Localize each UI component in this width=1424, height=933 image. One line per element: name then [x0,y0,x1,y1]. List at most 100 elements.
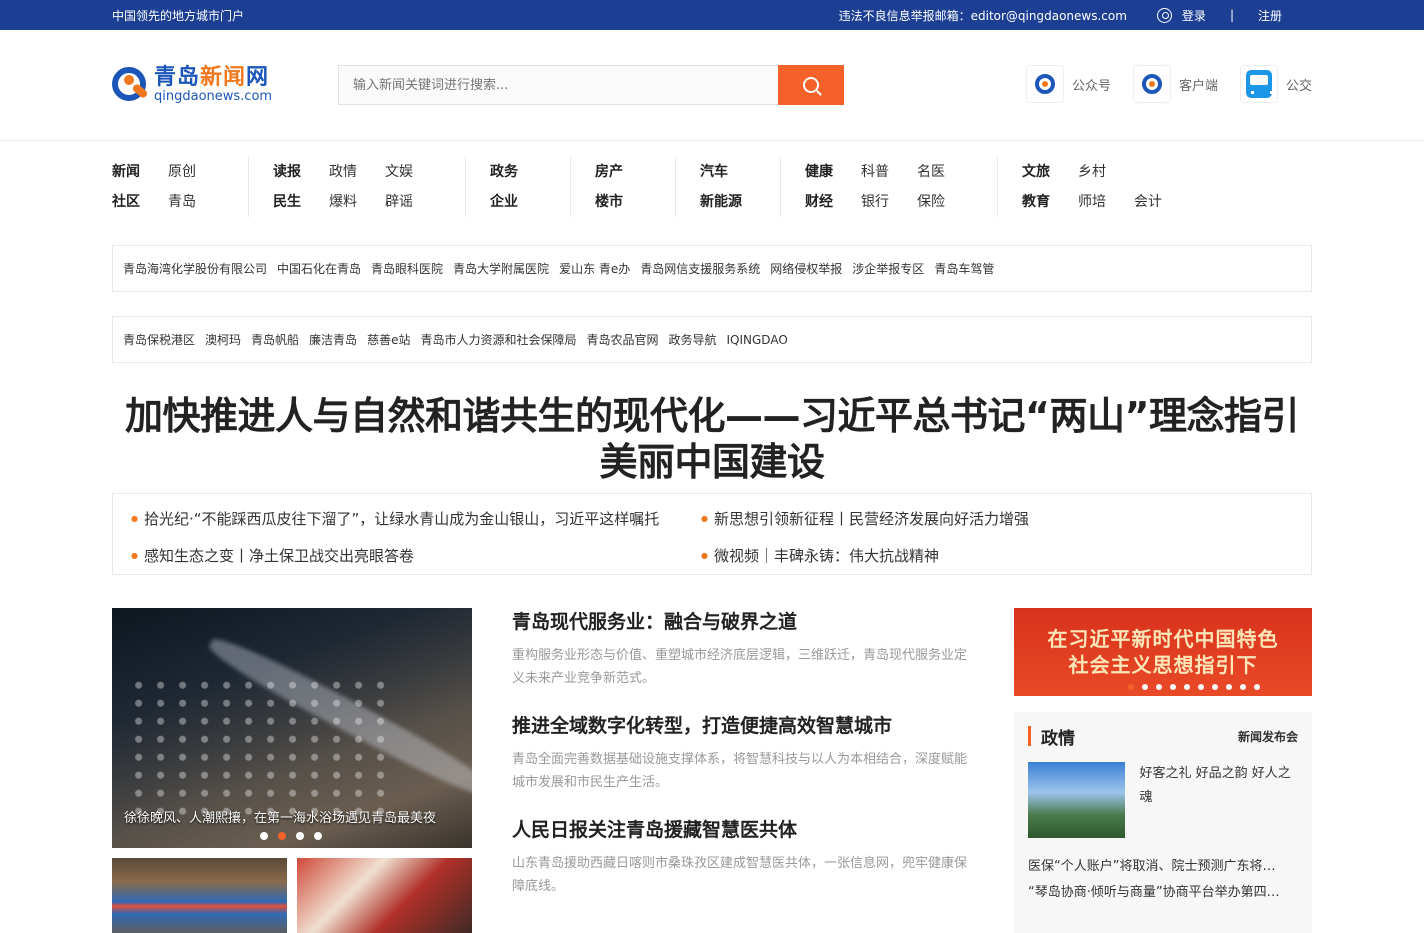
partner-link[interactable]: 青岛农品官网 [586,331,658,348]
banner-dot[interactable] [1184,684,1190,690]
nav-item[interactable]: 政务 [490,157,518,187]
nav-item[interactable]: 企业 [490,187,546,217]
nav-item[interactable]: 辟谣 [385,187,441,217]
related-news-item[interactable]: 感知生态之变丨净土保卫战交出亮眼答卷 [131,545,701,574]
article-title[interactable]: 青岛现代服务业：融合与破界之道 [512,608,972,636]
partner-link[interactable]: 青岛市人力资源和社会保障局 [420,331,576,348]
nav-item[interactable]: 读报 [273,157,301,187]
banner-dot[interactable] [1254,684,1260,690]
nav-item[interactable]: 会计 [1134,187,1162,217]
banner-dot[interactable] [1212,684,1218,690]
nav-item[interactable]: 健康 [805,157,833,187]
partner-link[interactable]: 青岛网信支援服务系统 [640,260,760,277]
bus-link[interactable]: 公交 [1239,65,1312,103]
nav-item[interactable]: 新闻 [112,157,140,187]
logo-text-end: 网 [246,65,270,90]
register-link[interactable]: 注册 [1258,7,1282,24]
city-photo[interactable] [1028,762,1125,838]
slider-dot[interactable] [314,832,322,840]
banner-line-2: 社会主义思想指引下 [1068,653,1258,677]
press-conference-link[interactable]: 新闻发布会 [1238,728,1298,745]
user-icon [1156,7,1172,23]
nav-item[interactable]: 青岛 [168,187,224,217]
partner-link[interactable]: 青岛帆船 [251,331,299,348]
search-input[interactable] [338,65,778,105]
related-news-item[interactable]: 微视频｜丰碑永铸：伟大抗战精神 [701,545,1261,574]
arena-thumbnail[interactable] [112,858,287,933]
partner-link[interactable]: 涉企举报专区 [852,260,924,277]
partner-link[interactable]: 网络侵权举报 [770,260,842,277]
login-link[interactable]: 登录 [1182,7,1206,24]
related-news-item[interactable]: 新思想引领新征程丨民营经济发展向好活力增强 [701,508,1261,537]
partner-link[interactable]: 青岛海湾化学股份有限公司 [123,260,267,277]
slider-dot[interactable] [296,832,304,840]
event-thumbnail[interactable] [297,858,472,933]
banner-dot[interactable] [1156,684,1162,690]
slider-caption[interactable]: 徐徐晚风、人潮熙攘，在第一海水浴场遇见青岛最美夜 [112,807,472,826]
partner-link[interactable]: 青岛车驾管 [934,260,994,277]
nav-item[interactable]: 乡村 [1078,157,1106,187]
site-logo[interactable]: 青岛新闻网 qingdaonews.com [112,65,338,105]
slider-dot[interactable] [260,832,268,840]
app-logo-icon [1132,65,1171,103]
partner-link[interactable]: 政务导航 [668,331,716,348]
partner-link[interactable]: 青岛大学附属医院 [453,260,549,277]
banner-dot[interactable] [1240,684,1246,690]
nav-item[interactable]: 师培 [1078,187,1106,217]
partner-link[interactable]: 廉洁青岛 [309,331,357,348]
nav-item[interactable]: 名医 [917,157,945,187]
search-button[interactable] [778,65,844,105]
politics-panel: 政情 新闻发布会 好客之礼 好品之韵 好人之魂 医保“个人账户”将取消、院士预测… [1014,712,1312,933]
slider-dot-active[interactable] [278,832,286,840]
nav-item[interactable]: 房产 [595,157,623,187]
nav-item[interactable]: 政情 [329,157,357,187]
nav-item[interactable]: 保险 [917,187,973,217]
partner-link[interactable]: 澳柯玛 [205,331,241,348]
nav-group: 新闻 社区 原创 青岛 [112,157,249,217]
nav-item[interactable]: 楼市 [595,187,651,217]
nav-item[interactable]: 原创 [168,157,196,187]
nav-item[interactable]: 文娱 [385,157,413,187]
banner-dot-active[interactable] [1128,684,1134,690]
nav-item[interactable]: 新能源 [700,187,756,217]
nav-item[interactable]: 科普 [861,157,889,187]
theme-banner[interactable]: 在习近平新时代中国特色 社会主义思想指引下 [1014,608,1312,696]
nav-item[interactable]: 财经 [805,187,833,217]
banner-line-1: 在习近平新时代中国特色 [1047,627,1279,651]
partner-link[interactable]: 青岛眼科医院 [371,260,443,277]
nav-item[interactable]: 民生 [273,187,301,217]
nav-group: 读报 民生 政情 爆料 文娱 辟谣 [273,157,466,217]
report-email-link[interactable]: 违法不良信息举报邮箱：editor@qingdaonews.com [839,7,1127,24]
banner-dot[interactable] [1198,684,1204,690]
wechat-account-link[interactable]: 公众号 [1025,65,1111,103]
nav-item[interactable]: 汽车 [700,157,728,187]
nav-item[interactable]: 文旅 [1022,157,1050,187]
logo-text-accent: 新闻 [200,65,247,90]
photo-slider[interactable]: 徐徐晚风、人潮熙攘，在第一海水浴场遇见青岛最美夜 [112,608,472,848]
panel-feature[interactable]: 好客之礼 好品之韵 好人之魂 [1028,762,1298,838]
nav-item[interactable]: 社区 [112,187,140,217]
nav-item[interactable]: 银行 [861,187,889,217]
app-client-link[interactable]: 客户端 [1132,65,1218,103]
banner-dot[interactable] [1226,684,1232,690]
partner-link[interactable]: 中国石化在青岛 [277,260,361,277]
feature-title[interactable]: 好客之礼 好品之韵 好人之魂 [1140,762,1299,838]
panel-title[interactable]: 政情 [1041,724,1075,749]
partner-link[interactable]: 慈善e站 [367,331,410,348]
partner-link[interactable]: 爱山东 青e办 [559,260,630,277]
article-title[interactable]: 推进全域数字化转型，打造便捷高效智慧城市 [512,712,972,740]
panel-news-item[interactable]: “琴岛协商·倾听与商量”协商平台举办第四… [1028,880,1298,906]
related-news-item[interactable]: 拾光纪·“不能踩西瓜皮往下溜了”，让绿水青山成为金山银山，习近平这样嘱托 [131,508,701,537]
partner-link[interactable]: 青岛保税港区 [123,331,195,348]
article-title[interactable]: 人民日报关注青岛援藏智慧医共体 [512,816,972,844]
banner-dot[interactable] [1170,684,1176,690]
banner-dot[interactable] [1142,684,1148,690]
quick-label: 客户端 [1178,78,1218,94]
panel-news-item[interactable]: 医保“个人账户”将取消、院士预测广东将… [1028,854,1298,880]
partner-link[interactable]: IQINGDAO [727,333,788,347]
headline[interactable]: 加快推进人与自然和谐共生的现代化——习近平总书记“两山”理念指引美丽中国建设 [112,393,1312,485]
sidebar: 在习近平新时代中国特色 社会主义思想指引下 政情 新闻发布会 好客之礼 好品之韵… [1014,608,1312,933]
nav-item[interactable]: 教育 [1022,187,1050,217]
article-item: 推进全域数字化转型，打造便捷高效智慧城市 青岛全面完善数据基础设施支撑体系，将智… [512,712,972,816]
nav-item[interactable]: 爆料 [329,187,357,217]
